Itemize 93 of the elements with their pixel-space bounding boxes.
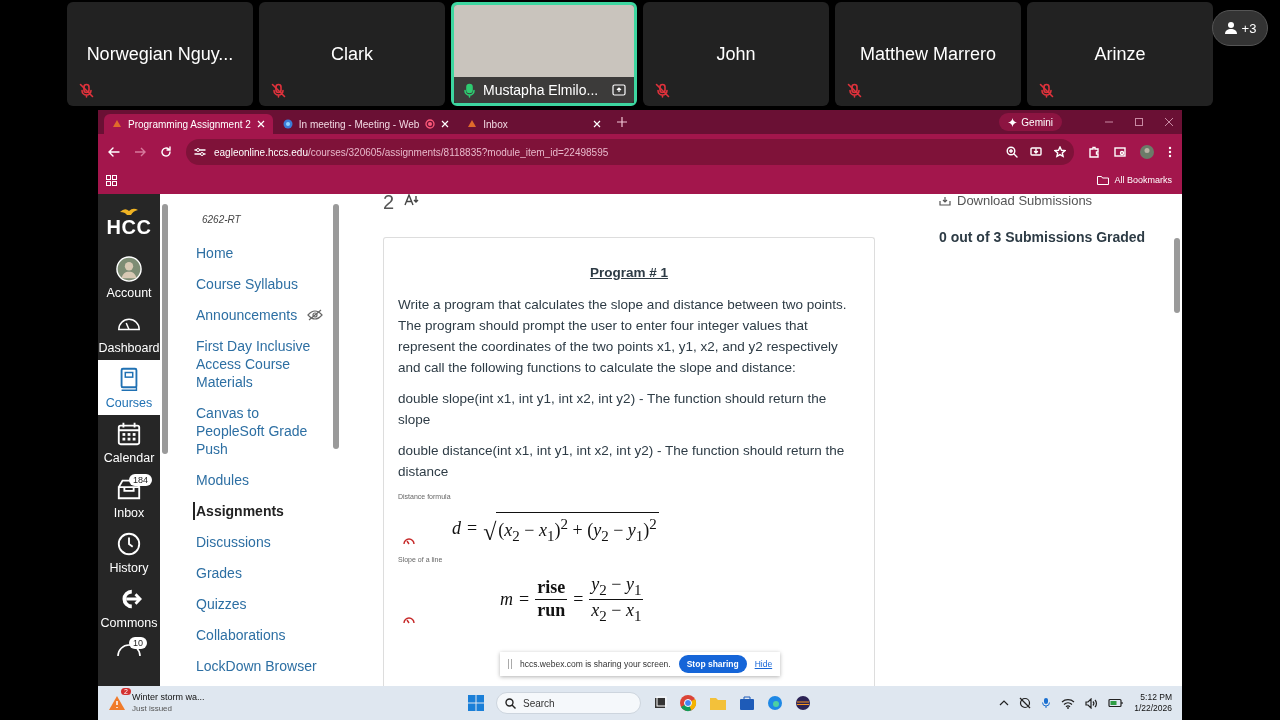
folder-icon — [1097, 175, 1110, 185]
download-icon — [939, 195, 951, 206]
task-view-icon[interactable] — [653, 696, 667, 710]
calendar-icon — [116, 420, 142, 447]
clock-icon — [116, 530, 142, 557]
course-nav-link[interactable]: Announcements — [193, 306, 332, 324]
scrollbar[interactable] — [333, 204, 339, 449]
scrollbar[interactable] — [162, 204, 168, 454]
participants-button[interactable]: +3 — [1212, 10, 1268, 46]
math-formula: d = √(x$_{2}$ − x$_{1}$)$^{2}$ + (y$_{2}$ − y$_{1}$)$^{2}$ — [452, 511, 659, 545]
paragraph: double slope(int x1, int y1, int x2, int y2) - The function should return the slope — [398, 390, 828, 429]
course-nav-link[interactable]: Home — [193, 244, 332, 262]
sparkle-icon — [1008, 117, 1018, 127]
graded-count: 0 out of 3 Submissions Graded — [939, 229, 1147, 245]
participant-name: Mustapha Elmilo... — [483, 82, 599, 98]
logo-text: HCC — [106, 217, 152, 237]
weather-subtitle: Just issued — [132, 703, 174, 714]
address-bar[interactable]: eagleonline.hccs.edu/courses/320605/assignments/8118835?module_item_id=22498595 — [186, 139, 1074, 165]
browser-tab[interactable]: Inbox — [459, 114, 610, 134]
avatar-icon — [116, 255, 142, 282]
participant-name: John — [716, 43, 756, 65]
course-nav-link[interactable]: Quizzes — [193, 595, 332, 613]
count-badge: 184 — [129, 474, 153, 486]
nav-item[interactable]: Courses — [98, 360, 160, 415]
page-icon — [467, 119, 478, 129]
participant-name: Arinze — [1094, 43, 1146, 65]
paragraph: double distance(int x1, int y1, int x2, int y2) - The function should return the distance — [398, 442, 846, 481]
points-text: 2 — [383, 194, 395, 210]
maximize-icon[interactable] — [1134, 117, 1144, 127]
course-nav-link[interactable]: Discussions — [193, 533, 332, 551]
start-icon[interactable] — [468, 695, 484, 711]
edge-icon[interactable] — [767, 695, 783, 711]
nav-item[interactable]: History — [98, 525, 160, 580]
apps-icon[interactable] — [106, 174, 117, 186]
microphone-icon[interactable] — [1041, 697, 1052, 709]
zoom-icon[interactable] — [1006, 146, 1018, 158]
bookmark-star-icon[interactable] — [1054, 146, 1066, 158]
assignment-title: Program # 1 — [589, 264, 668, 282]
participant-name: Norwegian Nguy... — [86, 43, 234, 65]
course-nav-link[interactable]: Course Syllabus — [193, 275, 332, 293]
all-bookmarks-button[interactable]: All Bookmarks — [1097, 175, 1176, 185]
eclipse-icon[interactable] — [795, 695, 811, 711]
clock[interactable]: 5:12 PM 1/22/2026 — [1134, 692, 1172, 714]
battery-icon[interactable] — [1108, 698, 1125, 708]
course-nav-link[interactable]: First Day Inclusive Access Course Materials — [193, 337, 332, 391]
bird-icon — [119, 207, 139, 217]
participant-name: Clark — [331, 43, 373, 65]
nav-item[interactable]: Commons — [98, 580, 160, 635]
page-icon — [112, 119, 122, 129]
reload-icon[interactable] — [160, 146, 172, 158]
install-icon[interactable] — [1030, 146, 1042, 158]
course-nav-link[interactable]: Grades — [193, 564, 332, 582]
download-submissions-link[interactable]: Download Submissions — [939, 194, 1179, 207]
person-icon — [1223, 21, 1238, 35]
browser-tab[interactable]: In meeting - Meeting - Web — [274, 114, 458, 134]
new-tab-icon[interactable] — [617, 117, 628, 127]
paragraph: Write a program that calculates the slope and distance between two points. The program should prompt the user to enter four integer values that represent the coordinates of the two points x1, y1, x2, and y2 respectively and call the following functions to calculate the slope and distance: — [398, 296, 848, 377]
count-badge: 10 — [129, 637, 147, 649]
profile-avatar-icon[interactable] — [1140, 145, 1154, 159]
wifi-icon[interactable] — [1061, 697, 1076, 709]
nav-item[interactable]: Dashboard — [98, 305, 160, 360]
browser-tab[interactable]: Programming Assignment 2 — [104, 114, 273, 134]
speaker-icon[interactable] — [1085, 697, 1099, 709]
forward-icon — [134, 146, 146, 158]
sync-off-icon[interactable] — [1019, 697, 1032, 709]
side-panel-icon[interactable] — [1114, 146, 1126, 158]
nav-item[interactable]: Inbox 184 — [98, 470, 160, 525]
extensions-icon[interactable] — [1088, 146, 1100, 158]
course-nav-link[interactable]: Collaborations — [193, 626, 332, 644]
course-code: 6262-RT — [202, 214, 242, 225]
chevron-up-icon[interactable] — [999, 699, 1010, 707]
search-field[interactable]: Search — [496, 692, 641, 714]
course-nav-link[interactable]: Modules — [193, 471, 332, 489]
scrollbar[interactable] — [1174, 238, 1180, 313]
more-icon[interactable] — [1168, 146, 1172, 158]
nav-item[interactable]: Account — [98, 250, 160, 305]
store-icon[interactable] — [739, 695, 755, 711]
participant-name: Matthew Marrero — [859, 43, 996, 65]
stop-sharing-button[interactable]: Stop sharing — [678, 655, 747, 673]
url-text: eagleonline.hccs.edu/courses/320605/assignments/8118835?module_item_id=22498595 — [214, 146, 609, 158]
course-nav-link[interactable]: Canvas to PeopleSoft Grade Push — [193, 404, 332, 458]
chrome-icon[interactable] — [679, 694, 697, 712]
back-icon[interactable] — [108, 146, 120, 158]
share-message: hccs.webex.com is sharing your screen. — [520, 659, 671, 669]
site-settings-icon — [194, 147, 206, 157]
nav-item[interactable]: Calendar — [98, 415, 160, 470]
gemini-button[interactable]: Gemini — [999, 113, 1062, 131]
weather-title: Winter storm wa... — [132, 692, 205, 703]
page-icon — [282, 119, 293, 129]
course-nav-link[interactable]: Assignments — [193, 502, 332, 520]
hide-link[interactable]: Hide — [754, 659, 773, 669]
course-nav-link[interactable]: LockDown Browser — [193, 657, 332, 675]
drag-handle[interactable] — [508, 659, 512, 669]
